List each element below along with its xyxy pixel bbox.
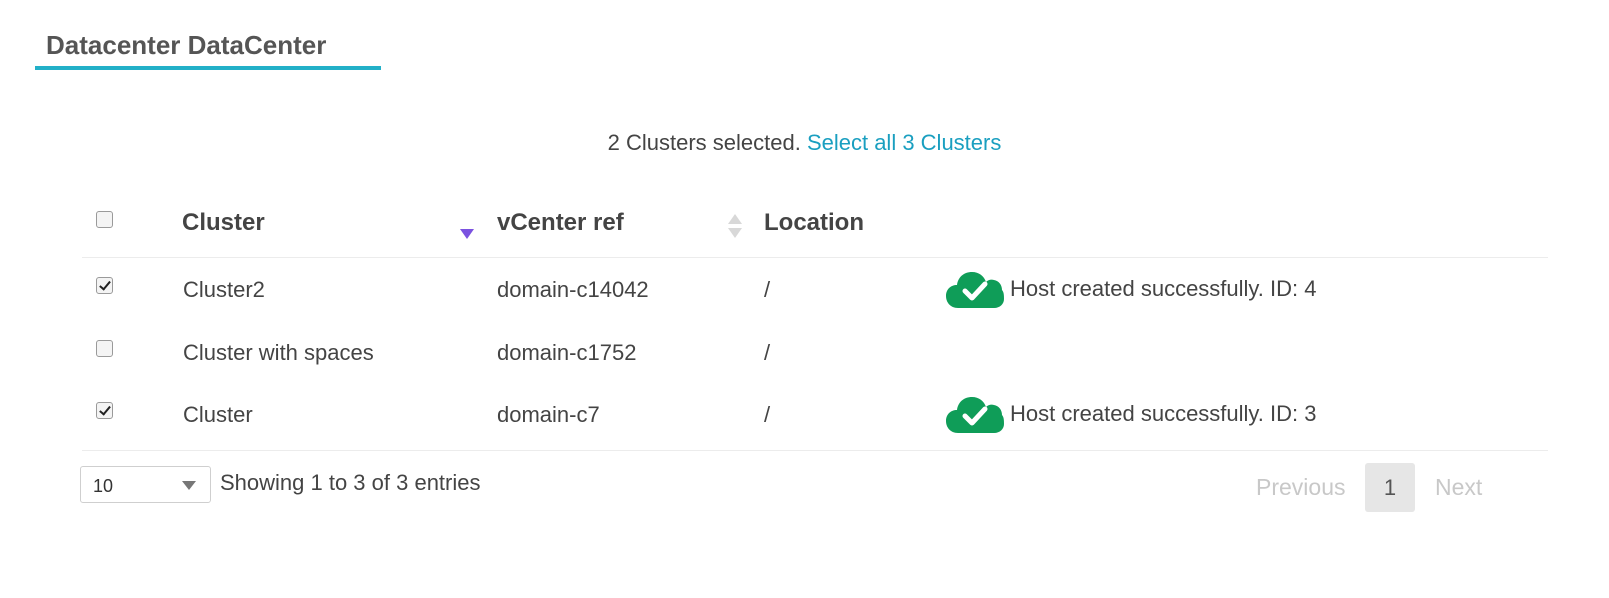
selection-count-text: 2 Clusters selected.	[607, 130, 807, 155]
selection-info: 2 Clusters selected. Select all 3 Cluste…	[0, 130, 1609, 156]
select-all-checkbox[interactable]	[96, 211, 113, 228]
vcenter-ref: domain-c7	[497, 402, 600, 427]
table-row[interactable]: Cluster domain-c7 / Host created success…	[82, 382, 1548, 451]
cluster-name: Cluster with spaces	[183, 340, 374, 365]
location: /	[764, 340, 771, 365]
next-page-button[interactable]: Next	[1435, 474, 1482, 501]
location: /	[764, 402, 771, 427]
previous-page-button[interactable]: Previous	[1256, 474, 1345, 501]
page-1-button[interactable]: 1	[1365, 463, 1415, 512]
select-all-link[interactable]: Select all 3 Clusters	[807, 130, 1001, 155]
row-checkbox[interactable]	[96, 277, 113, 294]
status-message: Host created successfully. ID: 3	[946, 392, 1317, 436]
chevron-down-icon	[182, 481, 196, 490]
table-row[interactable]: Cluster with spaces domain-c1752 /	[82, 320, 1548, 382]
cluster-name: Cluster2	[183, 277, 265, 302]
status-text: Host created successfully. ID: 3	[1010, 401, 1317, 426]
table-info: Showing 1 to 3 of 3 entries	[220, 470, 481, 495]
page-length-select[interactable]: 10	[80, 466, 211, 503]
row-checkbox[interactable]	[96, 340, 113, 357]
status-text: Host created successfully. ID: 4	[1010, 276, 1317, 301]
cloud-check-icon	[946, 272, 1004, 308]
table-row[interactable]: Cluster2 domain-c14042 / Host created su…	[82, 257, 1548, 319]
vcenter-ref: domain-c1752	[497, 340, 637, 365]
column-header-cluster[interactable]: Cluster	[182, 209, 265, 237]
sort-both-icon[interactable]	[728, 214, 742, 240]
location: /	[764, 277, 771, 302]
table-header-row: Cluster vCenter ref Location	[82, 193, 1548, 258]
page-title-tab: Datacenter DataCenter	[35, 28, 381, 70]
status-message: Host created successfully. ID: 4	[946, 267, 1317, 311]
page-length-value: 10	[93, 476, 114, 496]
sort-desc-icon[interactable]	[460, 229, 474, 239]
row-checkbox[interactable]	[96, 402, 113, 419]
cluster-name: Cluster	[183, 402, 253, 427]
column-header-location: Location	[764, 209, 864, 236]
vcenter-ref: domain-c14042	[497, 277, 649, 302]
page-title: Datacenter DataCenter	[46, 30, 327, 60]
cloud-check-icon	[946, 397, 1004, 433]
column-header-vcenter-ref[interactable]: vCenter ref	[497, 209, 624, 237]
